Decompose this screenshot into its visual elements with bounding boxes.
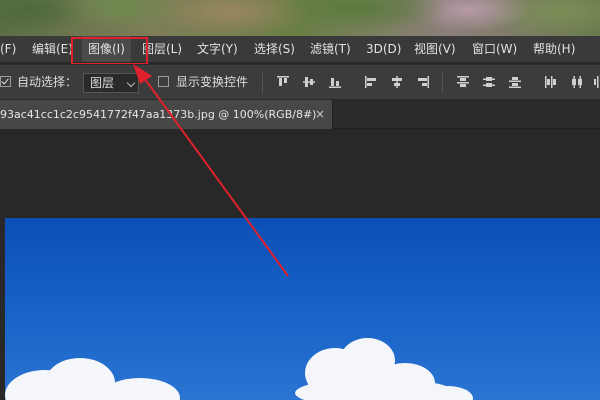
auto-select-label: 自动选择： (17, 75, 78, 89)
divider (442, 73, 443, 93)
menu-type[interactable]: 文字(Y) (197, 36, 238, 62)
align-bottom-icon[interactable] (328, 75, 342, 89)
auto-select-dropdown[interactable]: 图层 (83, 73, 139, 93)
annotation-highlight-box (71, 37, 148, 65)
menu-layer[interactable]: 图层(L) (142, 36, 182, 62)
document-tab[interactable]: 93ac41cc1c2c9541772f47aa1373b.jpg @ 100%… (0, 100, 333, 129)
menu-select[interactable]: 选择(S) (254, 36, 295, 62)
distribute-top-icon[interactable] (456, 75, 470, 89)
background-photo-strip (0, 0, 600, 36)
document-tab-title: 93ac41cc1c2c9541772f47aa1373b.jpg @ 100%… (0, 108, 317, 121)
show-transform-checkbox[interactable] (158, 76, 169, 87)
align-horizontal-center-icon[interactable] (390, 75, 404, 89)
menu-file[interactable]: (F) (0, 36, 16, 62)
menu-edit[interactable]: 编辑(E) (32, 36, 73, 62)
options-bar: 自动选择： 图层 显示变换控件 (0, 64, 600, 100)
distribute-left-icon[interactable] (544, 75, 558, 89)
distribute-vertical-center-icon[interactable] (482, 75, 496, 89)
distribute-right-icon[interactable] (592, 75, 600, 89)
chevron-down-icon (126, 78, 136, 88)
align-right-icon[interactable] (416, 75, 430, 89)
document-tab-bar: 93ac41cc1c2c9541772f47aa1373b.jpg @ 100%… (0, 100, 600, 129)
auto-select-checkbox[interactable] (0, 76, 11, 87)
align-top-icon[interactable] (276, 75, 290, 89)
show-transform-label: 显示变换控件 (176, 75, 249, 89)
distribute-bottom-icon[interactable] (508, 75, 522, 89)
menu-help[interactable]: 帮助(H) (533, 36, 575, 62)
document-image (5, 218, 600, 400)
menu-window[interactable]: 窗口(W) (472, 36, 517, 62)
menu-view[interactable]: 视图(V) (414, 36, 456, 62)
align-left-icon[interactable] (364, 75, 378, 89)
divider (262, 73, 263, 93)
auto-select-value: 图层 (90, 76, 115, 90)
distribute-horizontal-center-icon[interactable] (570, 75, 584, 89)
close-icon[interactable]: × (315, 100, 325, 129)
menu-filter[interactable]: 滤镜(T) (310, 36, 351, 62)
menu-3d[interactable]: 3D(D) (366, 36, 401, 62)
align-vertical-center-icon[interactable] (302, 75, 316, 89)
canvas-workspace (0, 129, 600, 400)
